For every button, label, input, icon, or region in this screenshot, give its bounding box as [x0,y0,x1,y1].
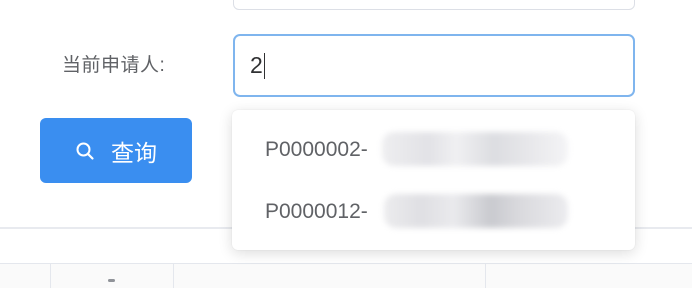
autocomplete-dropdown: P0000002- P0000012- [232,110,635,250]
applicant-input-value: 2 [250,52,263,78]
table-column-divider [50,264,51,288]
search-form-area: 当前申请人: 2 查询 P0000002- P0000012- [0,0,692,288]
autocomplete-option[interactable]: P0000002- [265,138,368,162]
query-button-label: 查询 [111,139,157,166]
redacted-name-blur [384,194,568,228]
autocomplete-option[interactable]: P0000012- [265,200,368,224]
table-column-divider [485,264,486,288]
applicant-label: 当前申请人: [62,55,166,76]
search-icon [76,142,94,160]
redacted-name-blur [382,132,568,166]
applicant-input[interactable]: 2 [233,34,635,97]
table-column-divider [173,264,174,288]
table-header [0,263,692,288]
autocomplete-option-label: P0000012- [265,200,368,223]
query-button[interactable]: 查询 [40,118,192,183]
text-caret [263,52,266,79]
previous-input-field[interactable] [233,0,635,10]
table-header-glyph [108,279,115,282]
autocomplete-option-label: P0000002- [265,138,368,161]
